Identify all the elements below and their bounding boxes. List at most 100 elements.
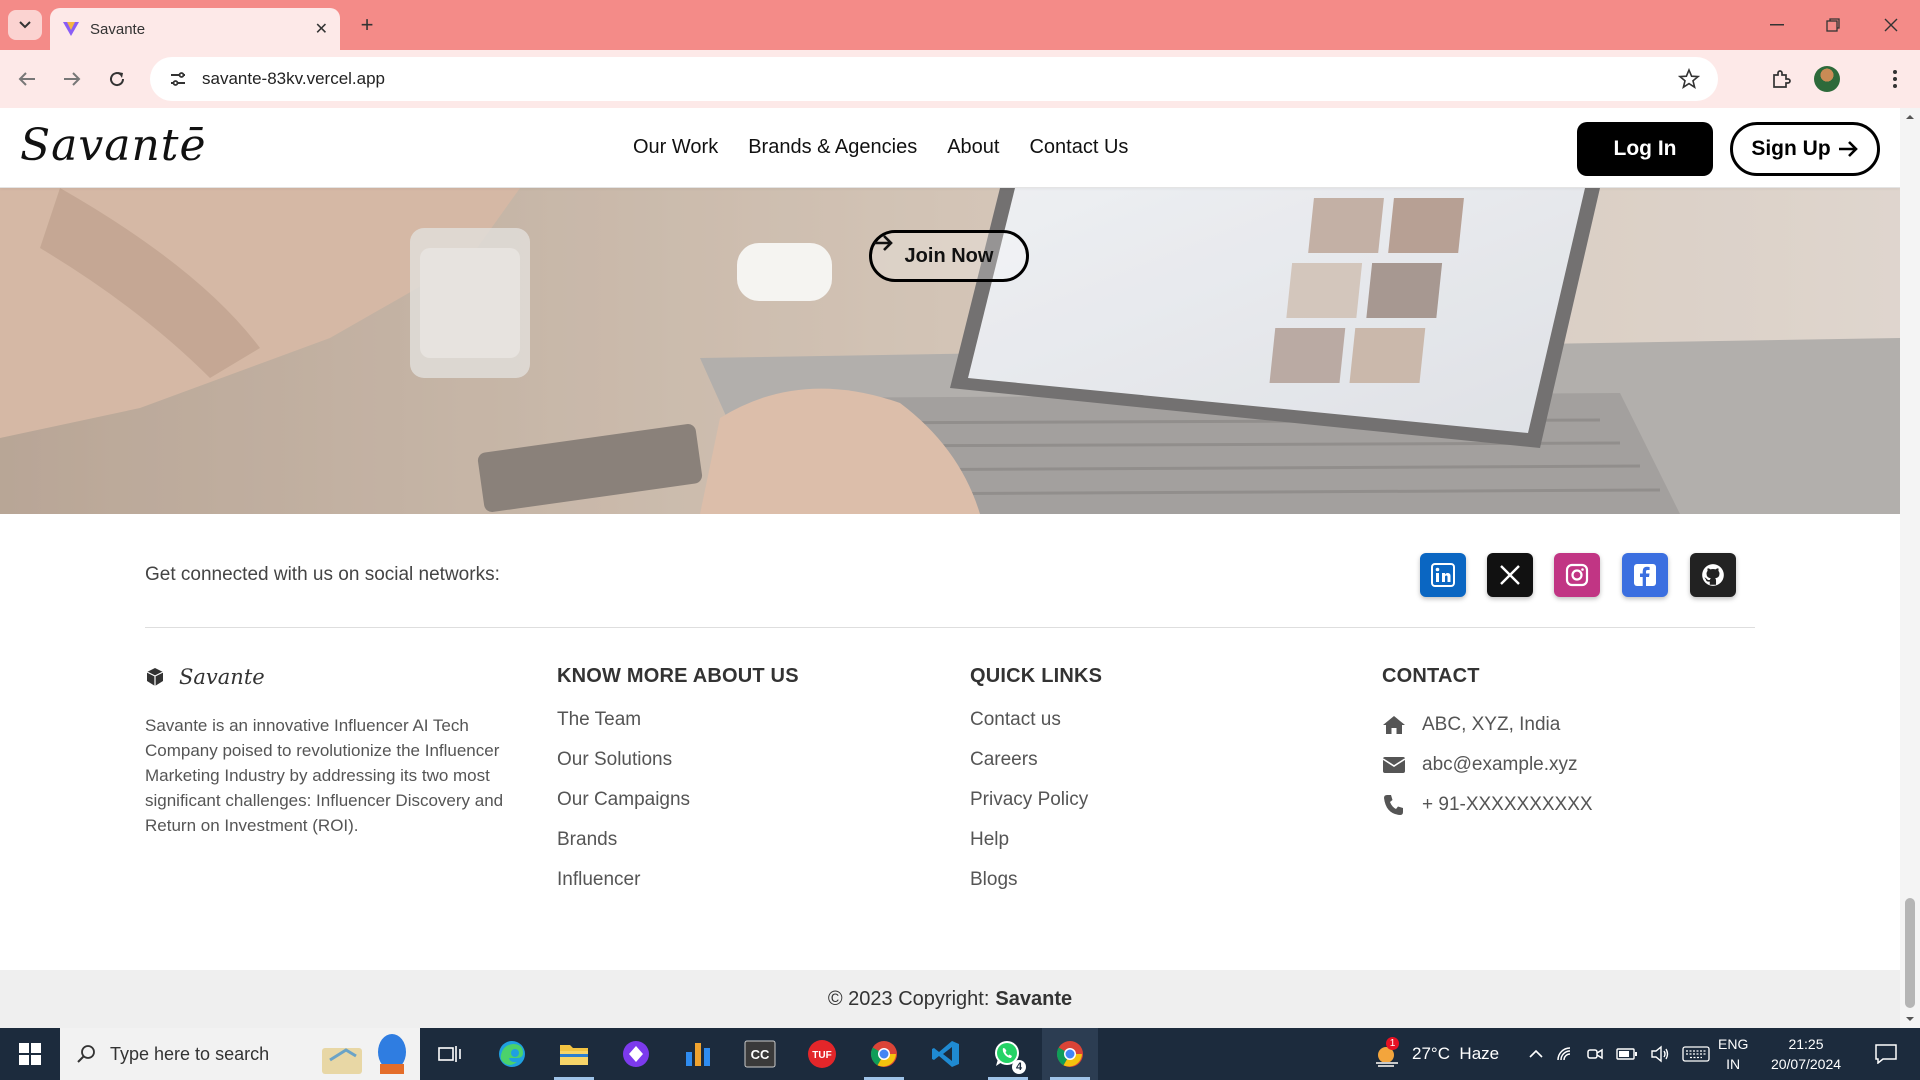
github-icon [1702,564,1724,586]
whatsapp-badge: 4 [1012,1060,1026,1074]
footer-know-more-column: KNOW MORE ABOUT US The Team Our Solution… [557,628,799,905]
address-bar[interactable]: savante-83kv.vercel.app [150,57,1718,101]
close-tab-icon[interactable]: ✕ [315,19,328,39]
signup-button[interactable]: Sign Up [1730,122,1880,176]
footer-link-blogs[interactable]: Blogs [970,865,1102,905]
social-caption: Get connected with us on social networks… [145,564,500,585]
tuf-app[interactable]: TUF [794,1028,850,1080]
facebook-icon [1634,564,1656,586]
edge-app[interactable] [484,1028,540,1080]
taskbar-search[interactable]: Type here to search [60,1028,420,1080]
home-icon [1383,716,1405,734]
footer-link-our-solutions[interactable]: Our Solutions [557,745,799,785]
notifications-button[interactable] [1866,1028,1906,1080]
profile-button[interactable] [1812,64,1842,94]
charts-app[interactable] [670,1028,726,1080]
footer-link-brands[interactable]: Brands [557,825,799,865]
tab-search-button[interactable] [8,10,42,40]
svg-text:CC: CC [751,1047,770,1062]
bookmark-star-icon[interactable] [1678,68,1700,90]
scroll-down-icon [1906,1017,1914,1021]
login-button[interactable]: Log In [1577,122,1713,176]
chrome-app-2[interactable] [1042,1028,1098,1080]
whatsapp-app[interactable]: 4 [980,1028,1036,1080]
footer-link-privacy-policy[interactable]: Privacy Policy [970,785,1102,825]
volume-icon[interactable] [1650,1045,1670,1063]
x-twitter-button[interactable] [1487,553,1533,597]
weather-badge: 1 [1386,1037,1399,1050]
nav-about[interactable]: About [947,136,999,159]
more-vertical-icon [1893,70,1897,88]
meet-now-icon[interactable] [1586,1045,1604,1063]
close-window-button[interactable] [1866,10,1916,40]
footer-link-help[interactable]: Help [970,825,1102,865]
taskbar-search-placeholder: Type here to search [110,1043,270,1064]
forward-button[interactable] [57,64,87,94]
site-logo[interactable]: Savantē [20,120,207,171]
linkedin-icon [1431,563,1455,587]
footer-link-influencer[interactable]: Influencer [557,865,799,905]
minimize-button[interactable] [1752,10,1802,40]
url-text: savante-83kv.vercel.app [202,69,386,88]
cube-icon [146,668,164,686]
region-code: IN [1726,1056,1741,1072]
instagram-button[interactable] [1554,553,1600,597]
start-button[interactable] [0,1028,60,1080]
weather-widget[interactable]: 1 27°C Haze [1372,1028,1499,1080]
site-info-icon[interactable] [168,69,188,89]
task-view-button[interactable] [422,1028,478,1080]
footer-about-text: Savante is an innovative Influencer AI T… [145,716,504,835]
chrome-app[interactable] [856,1028,912,1080]
scrollbar-thumb[interactable] [1905,898,1915,1008]
chevron-up-icon[interactable] [1528,1049,1544,1059]
contact-phone: + 91-XXXXXXXXXX [1382,785,1593,825]
network-icon[interactable] [1556,1046,1574,1062]
back-button[interactable] [12,64,42,94]
copyright-brand: Savante [995,987,1073,1010]
scroll-up-icon [1906,115,1914,119]
footer-link-the-team[interactable]: The Team [557,705,799,745]
footer-link-careers[interactable]: Careers [970,745,1102,785]
vscode-app[interactable] [918,1028,974,1080]
extensions-button[interactable] [1766,64,1796,94]
reload-button[interactable] [102,64,132,94]
browser-menu-button[interactable] [1880,64,1910,94]
x-icon [1500,565,1520,585]
visual-studio-app[interactable] [608,1028,664,1080]
copyright-text: © 2023 Copyright: [827,987,990,1010]
purple-app-icon [623,1041,649,1067]
footer-link-contact-us[interactable]: Contact us [970,705,1102,745]
cc-app[interactable]: CC [732,1028,788,1080]
reload-icon [110,72,125,87]
restore-button[interactable] [1808,10,1858,40]
contact-address: ABC, XYZ, India [1382,705,1593,745]
clock[interactable]: 21:25 20/07/2024 [1766,1028,1846,1080]
nav-contact-us[interactable]: Contact Us [1029,136,1128,159]
close-icon [1884,18,1898,32]
file-explorer-app[interactable] [546,1028,602,1080]
page-viewport: Savantē Our Work Brands & Agencies About… [0,108,1900,1028]
search-icon [77,1045,95,1063]
page-scrollbar[interactable] [1900,108,1920,1028]
new-tab-button[interactable]: + [352,10,382,40]
windows-logo-icon [19,1043,41,1065]
minimize-icon [1770,24,1784,26]
join-now-button[interactable]: Join Now [869,230,1029,282]
browser-toolbar: savante-83kv.vercel.app [0,50,1920,108]
chrome-icon [1056,1041,1083,1067]
battery-icon[interactable] [1616,1047,1638,1061]
linkedin-button[interactable] [1420,553,1466,597]
hero-banner: Join Now [0,188,1900,514]
nav-our-work[interactable]: Our Work [633,136,718,159]
footer-link-our-campaigns[interactable]: Our Campaigns [557,785,799,825]
facebook-button[interactable] [1622,553,1668,597]
clock-time: 21:25 [1788,1036,1824,1052]
github-button[interactable] [1690,553,1736,597]
nav-brands-agencies[interactable]: Brands & Agencies [748,136,917,159]
language-indicator[interactable]: ENG IN [1718,1028,1748,1080]
cc-icon: CC [744,1040,776,1068]
browser-tab[interactable]: Savante ✕ [50,8,340,50]
keyboard-icon[interactable] [1682,1045,1710,1063]
chevron-down-icon [19,21,31,29]
footer-brand-name: Savante [179,665,265,689]
